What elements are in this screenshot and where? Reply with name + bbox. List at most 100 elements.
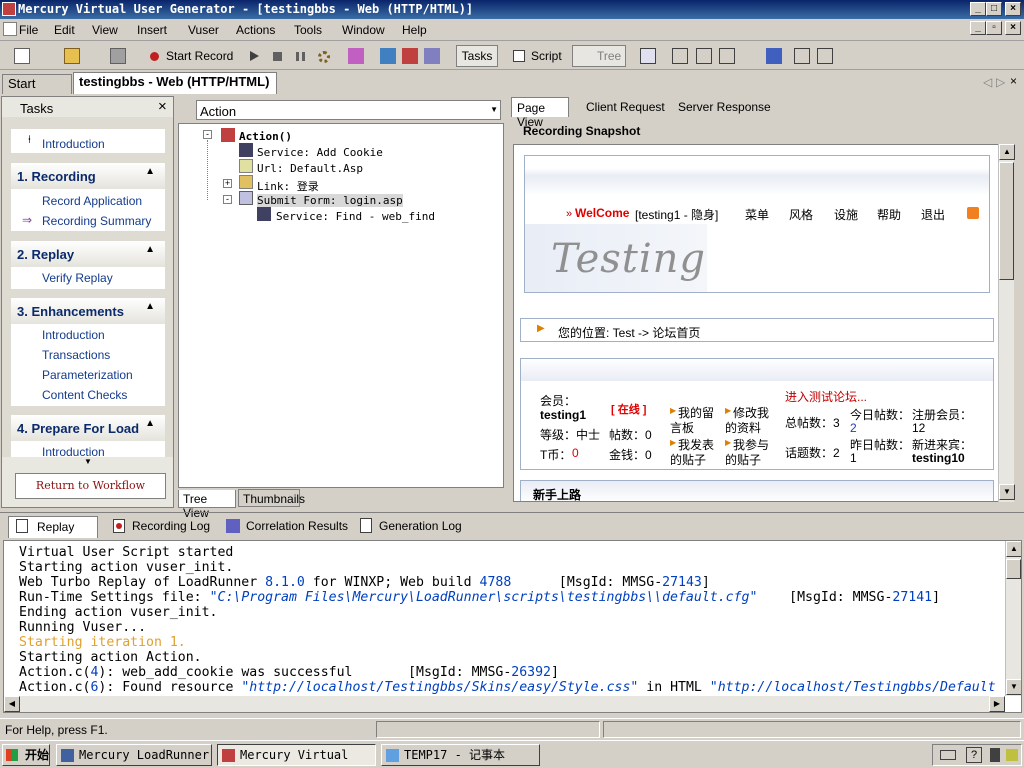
scroll-up-icon[interactable]: ▲ (1006, 541, 1021, 557)
view3-icon[interactable] (719, 48, 735, 64)
keyboard-icon[interactable] (940, 750, 956, 760)
help-icon[interactable]: ? (966, 747, 982, 763)
new-icon[interactable] (14, 48, 30, 64)
user-status[interactable]: [testing1 - 隐身] (635, 206, 718, 223)
collapse-form-icon[interactable]: - (223, 195, 232, 204)
export-icon[interactable] (817, 48, 833, 64)
nav-menu[interactable]: 菜单 (745, 206, 769, 223)
return-workflow-button[interactable]: Return to Workflow (15, 473, 166, 499)
mdi-restore[interactable]: ▫ (986, 21, 1002, 35)
section-prepare-load[interactable]: 4. Prepare For Load ▲ (11, 415, 165, 441)
mdi-minimize[interactable]: _ (970, 21, 986, 35)
script-button[interactable]: Script (531, 46, 562, 66)
tree-button[interactable]: Tree (572, 45, 626, 67)
collapse-icon[interactable]: ▲ (145, 166, 155, 177)
tree-node-submit-form[interactable]: Submit Form: login.asp (257, 194, 403, 207)
task-parameterization[interactable]: Parameterization (42, 368, 133, 382)
task-transactions[interactable]: Transactions (42, 348, 110, 362)
tab-thumbnails[interactable]: Thumbnails (238, 489, 305, 507)
maximize-button[interactable]: □ (986, 2, 1002, 16)
link-edit-profile[interactable]: 修改我的资料 (725, 406, 775, 436)
log-scrollbar-h[interactable]: ◀ ▶ (4, 696, 1005, 712)
step-icon[interactable] (424, 48, 440, 64)
next-tab-icon[interactable]: ▷ (996, 75, 1005, 89)
tab-tree-view[interactable]: Tree View (178, 490, 236, 520)
refresh-icon[interactable] (766, 48, 782, 64)
member-name[interactable]: testing1 (540, 408, 586, 422)
save-icon[interactable] (110, 48, 126, 64)
stop-icon[interactable] (273, 52, 282, 61)
nav-logout[interactable]: 退出 (921, 206, 945, 223)
tasks-close-icon[interactable]: × (158, 98, 167, 115)
gear-icon[interactable] (318, 51, 330, 63)
task-prepare-introduction[interactable]: Introduction (42, 445, 105, 457)
replay-log-output[interactable]: Virtual User Script started Starting act… (3, 540, 1022, 713)
breakpoint-icon[interactable] (380, 48, 396, 64)
run-to-icon[interactable] (402, 48, 418, 64)
collapse-icon[interactable]: ▲ (145, 301, 155, 312)
menu-edit[interactable]: Edit (54, 23, 75, 37)
section-enhancements[interactable]: 3. Enhancements ▲ (11, 298, 165, 324)
open-icon[interactable] (64, 48, 80, 64)
start-record-button[interactable]: Start Record (166, 46, 233, 66)
expand-link-icon[interactable]: + (223, 179, 232, 188)
taskbar-item-vugen[interactable]: Mercury Virtual Use... (217, 744, 376, 766)
menu-file[interactable]: File (19, 23, 38, 37)
chevron-down-icon[interactable]: ▼ (490, 105, 498, 114)
tab-client-request[interactable]: Client Request (586, 100, 665, 114)
snapshot-scrollbar[interactable]: ▲ ▼ (998, 144, 1015, 502)
enter-forum-link[interactable]: 进入测试论坛... (785, 388, 867, 405)
scroll-right-icon[interactable]: ▶ (989, 696, 1005, 712)
params-icon[interactable] (794, 48, 810, 64)
tray-icon-1[interactable] (990, 748, 1000, 762)
close-button[interactable]: × (1005, 2, 1021, 16)
taskbar-item-loadrunner[interactable]: Mercury LoadRunner 8.1 (56, 744, 212, 766)
prev-tab-icon[interactable]: ◁ (983, 75, 992, 89)
menu-help[interactable]: Help (402, 23, 427, 37)
tab-page-view[interactable]: Page View (511, 97, 569, 129)
menu-tools[interactable]: Tools (294, 23, 322, 37)
scroll-up-icon[interactable]: ▲ (999, 144, 1015, 160)
tray-icon-2[interactable] (1006, 749, 1018, 761)
newest-user[interactable]: testing10 (912, 451, 965, 465)
collapse-root-icon[interactable]: - (203, 130, 212, 139)
tab-start-page[interactable]: Start Page (2, 74, 72, 109)
task-introduction[interactable]: Introduction (42, 137, 105, 151)
mdi-icon[interactable] (3, 22, 17, 36)
tree-node-url[interactable]: Url: Default.Asp (257, 162, 363, 175)
nav-style[interactable]: 风格 (789, 206, 813, 223)
tree-node-link[interactable]: Link: 登录 (257, 178, 319, 194)
task-enh-introduction[interactable]: Introduction (42, 328, 105, 342)
menu-vuser[interactable]: Vuser (188, 23, 219, 37)
link-joined-posts[interactable]: 我参与的贴子 (725, 438, 775, 468)
link-guestbook[interactable]: 我的留言板 (670, 406, 720, 436)
tree-node-cookie[interactable]: Service: Add Cookie (257, 146, 383, 159)
task-record-application[interactable]: Record Application (42, 194, 142, 208)
tree-root-action[interactable]: Action() (239, 130, 292, 143)
scroll-left-icon[interactable]: ◀ (4, 696, 20, 712)
scroll-down-icon[interactable]: ▼ (84, 457, 92, 466)
pause-icon[interactable] (296, 52, 305, 61)
snapshot-icon[interactable] (640, 48, 656, 64)
play-icon[interactable] (250, 51, 259, 61)
close-doc-icon[interactable]: × (1010, 74, 1017, 88)
tasks-button[interactable]: Tasks (456, 45, 498, 67)
menu-insert[interactable]: Insert (137, 23, 167, 37)
scroll-thumb[interactable] (1006, 559, 1021, 579)
compile-icon[interactable] (348, 48, 364, 64)
scroll-thumb[interactable] (999, 162, 1014, 280)
collapse-icon[interactable]: ▲ (145, 418, 155, 429)
scroll-down-icon[interactable]: ▼ (999, 484, 1015, 500)
tab-testingbbs[interactable]: testingbbs - Web (HTTP/HTML) (73, 72, 277, 94)
task-verify-replay[interactable]: Verify Replay (42, 271, 113, 285)
task-recording-summary[interactable]: Recording Summary (42, 214, 151, 228)
tree-node-find[interactable]: Service: Find - web_find (276, 210, 435, 223)
log-scrollbar-v[interactable]: ▲ ▼ (1005, 541, 1021, 696)
section-replay[interactable]: 2. Replay ▲ (11, 241, 165, 267)
collapse-icon[interactable]: ▲ (145, 244, 155, 255)
tab-server-response[interactable]: Server Response (678, 100, 771, 114)
task-content-checks[interactable]: Content Checks (42, 388, 127, 402)
nav-help[interactable]: 帮助 (877, 206, 901, 223)
action-dropdown[interactable]: Action ▼ (196, 100, 501, 120)
link-my-posts[interactable]: 我发表的贴子 (670, 438, 720, 468)
